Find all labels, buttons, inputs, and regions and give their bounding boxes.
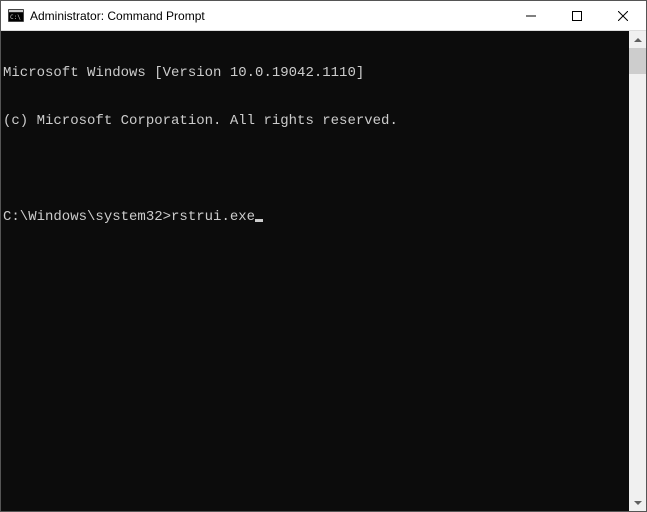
prompt-text: C:\Windows\system32> <box>3 209 171 225</box>
scroll-down-button[interactable] <box>629 494 646 511</box>
cmd-icon: C:\ <box>8 9 24 23</box>
scrollbar-track[interactable] <box>629 48 646 494</box>
cursor-icon <box>255 219 263 222</box>
terminal-area[interactable]: Microsoft Windows [Version 10.0.19042.11… <box>1 31 629 511</box>
scrollbar-thumb[interactable] <box>629 48 646 74</box>
maximize-button[interactable] <box>554 1 600 30</box>
title-bar[interactable]: C:\ Administrator: Command Prompt <box>1 1 646 31</box>
window-controls <box>508 1 646 30</box>
svg-text:C:\: C:\ <box>10 14 21 21</box>
scroll-up-button[interactable] <box>629 31 646 48</box>
vertical-scrollbar[interactable] <box>629 31 646 511</box>
window-title: Administrator: Command Prompt <box>30 1 508 31</box>
terminal-blank-line <box>3 161 629 177</box>
command-input-text: rstrui.exe <box>171 209 255 225</box>
command-prompt-window: C:\ Administrator: Command Prompt <box>0 0 647 512</box>
terminal-line: (c) Microsoft Corporation. All rights re… <box>3 113 629 129</box>
close-button[interactable] <box>600 1 646 30</box>
terminal-line: Microsoft Windows [Version 10.0.19042.11… <box>3 65 629 81</box>
client-area: Microsoft Windows [Version 10.0.19042.11… <box>1 31 646 511</box>
minimize-button[interactable] <box>508 1 554 30</box>
terminal-prompt-line: C:\Windows\system32>rstrui.exe <box>3 209 629 225</box>
